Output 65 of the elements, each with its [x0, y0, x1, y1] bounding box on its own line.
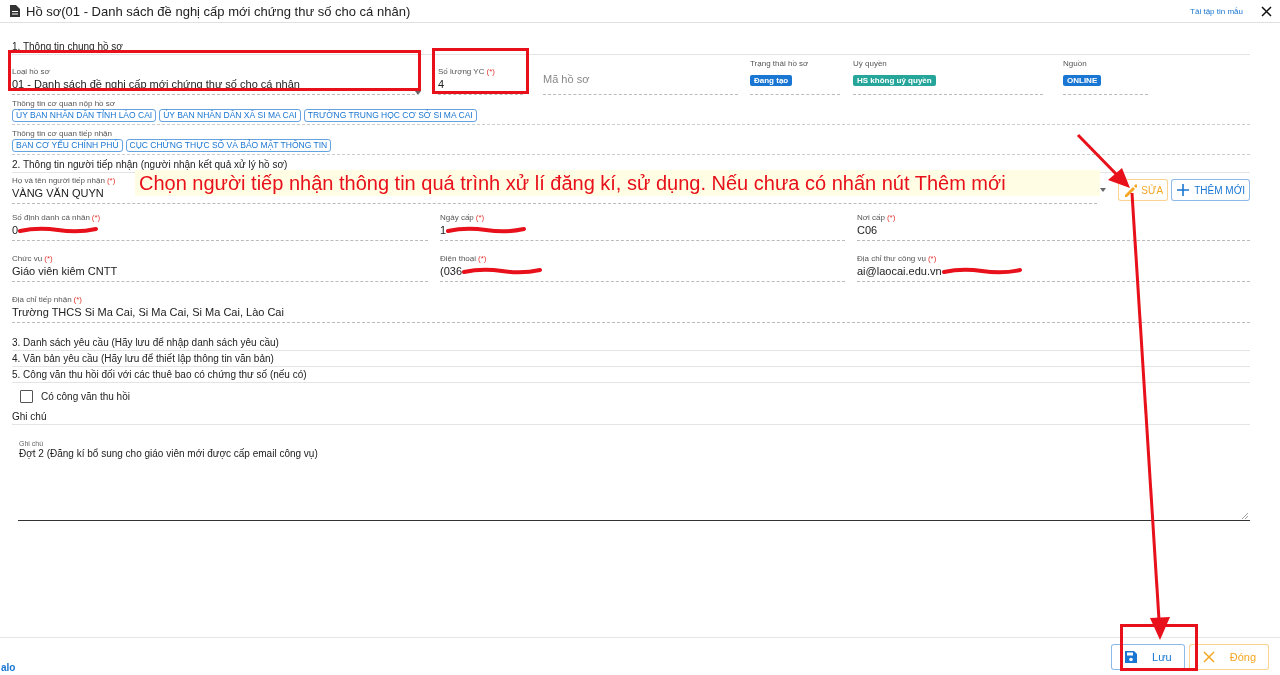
section-heading: Ghi chú — [12, 410, 1250, 425]
close-button[interactable] — [1261, 5, 1272, 17]
organization-tag: ỦY BAN NHÂN DÂN TỈNH LÀO CAI — [12, 109, 157, 122]
section-heading: 4. Văn bản yêu cầu (Hãy lưu để thiết lập thông tin văn bản) — [12, 352, 1250, 367]
field-label: Họ và tên người tiếp nhận — [12, 176, 105, 186]
field-label: Điện thoại — [440, 254, 477, 264]
close-icon — [1201, 649, 1216, 664]
field-label: Số định danh cá nhân — [12, 213, 90, 223]
required-mark: (*) — [927, 254, 937, 264]
required-mark: (*) — [475, 213, 485, 223]
annotation-arrow — [1076, 133, 1130, 188]
close-icon — [1261, 5, 1272, 17]
dropdown-caret-icon[interactable] — [1100, 188, 1107, 192]
field-label: Địa chỉ thư công vụ — [857, 254, 926, 264]
field-label: Nơi cấp — [857, 213, 885, 223]
field-label: Thông tin cơ quan nộp hồ sơ — [12, 99, 116, 109]
document-icon — [10, 5, 20, 17]
field-label: Địa chỉ tiếp nhận — [12, 295, 72, 305]
field-label: Loại hồ sơ — [12, 67, 50, 77]
save-button[interactable]: Lưu — [1111, 643, 1185, 670]
checkbox-label[interactable]: Có công văn thu hồi — [41, 391, 130, 402]
field-value[interactable]: Giáo viên kiêm CNTT — [12, 264, 118, 278]
required-mark: (*) — [73, 295, 83, 305]
field-value[interactable]: ai@laocai.edu.vn — [857, 264, 942, 278]
organization-tag: BAN CƠ YẾU CHÍNH PHỦ — [12, 139, 123, 152]
status-badge: HS không uỷ quyền — [853, 75, 936, 86]
download-template-link[interactable]: Tải tập tin mẫu — [1190, 6, 1243, 16]
field-value[interactable]: Trường THCS Si Ma Cai, Si Ma Cai, Si Ma Cai, Lào Cai — [12, 305, 284, 319]
annotation-callout: Chọn người tiếp nhận thông tin quá trình xử lí đăng kí, sử dụng. Nếu chưa có nhấn nút Thêm mới — [135, 170, 1100, 196]
field-value[interactable]: 1 — [440, 223, 447, 237]
required-mark: (*) — [886, 213, 896, 223]
organization-tag: CỤC CHỨNG THỰC SỐ VÀ BẢO MẬT THÔNG TIN — [125, 139, 332, 152]
resize-handle-icon[interactable] — [1242, 513, 1248, 519]
field-label: Trạng thái hồ sơ — [750, 59, 810, 69]
pencil-icon — [1123, 183, 1138, 197]
field-label: Chức vụ — [12, 254, 43, 264]
status-badge: ONLINE — [1063, 75, 1102, 86]
field-label: Ngày cấp — [440, 213, 474, 223]
field-label: Uỷ quyền — [853, 59, 888, 69]
field-value[interactable]: 4 — [438, 77, 445, 91]
organization-tag: TRƯỜNG TRUNG HỌC CƠ SỞ SI MA CAI — [303, 109, 477, 122]
plus-icon — [1176, 183, 1191, 197]
status-badge: Đang tạo — [750, 75, 793, 86]
field-label: Thông tin cơ quan tiếp nhận — [12, 129, 113, 139]
field-value[interactable]: VÀNG VĂN QUYN — [12, 186, 104, 200]
required-mark: (*) — [478, 254, 487, 264]
chat-widget[interactable]: alo — [1, 662, 16, 673]
required-mark: (*) — [106, 176, 116, 186]
code-field[interactable]: Mã hồ sơ — [543, 73, 590, 85]
notes-field[interactable]: Đợt 2 (Đăng kí bổ sung cho giáo viên mới được cấp email công vụ) — [19, 447, 1250, 460]
required-mark: (*) — [44, 254, 53, 264]
window-title: Hồ sơ(01 - Danh sách đề nghị cấp mới chứng thư số cho cá nhân) — [26, 3, 412, 19]
field-value[interactable]: 0 — [12, 223, 19, 237]
dropdown-caret-icon[interactable] — [415, 91, 421, 95]
field-value[interactable]: C06 — [857, 223, 878, 237]
required-mark: (*) — [91, 213, 101, 223]
organization-tag: ỦY BAN NHÂN DÂN XÃ SI MA CAI — [159, 109, 301, 122]
checkbox[interactable] — [20, 390, 33, 403]
field-value[interactable]: (036 — [440, 264, 463, 278]
section-heading: 3. Danh sách yêu cầu (Hãy lưu để nhập danh sách yêu cầu) — [12, 336, 1250, 351]
add-button[interactable]: THÊM MỚI — [1171, 179, 1250, 201]
field-label: Nguồn — [1063, 59, 1088, 69]
section-heading: 5. Công văn thu hồi đối với các thuê bao có chứng thư số (nếu có) — [12, 368, 1250, 383]
required-mark: (*) — [486, 67, 495, 77]
field-label: Số lượng YC — [438, 67, 485, 77]
